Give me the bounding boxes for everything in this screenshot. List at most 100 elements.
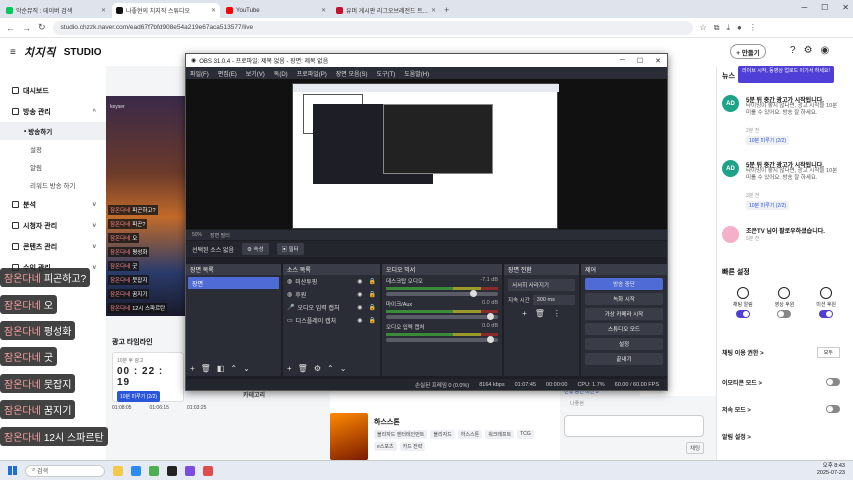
trash-icon[interactable]: 🗑 xyxy=(298,364,308,373)
file-explorer-icon[interactable] xyxy=(113,465,123,476)
settings-icon[interactable]: ⚙ xyxy=(804,45,813,56)
browser-tab[interactable]: 유머 게시판 리그오브레전드 트... ✕ xyxy=(332,3,440,18)
close-tab-icon[interactable]: ✕ xyxy=(211,7,216,14)
eye-icon[interactable]: ◉ xyxy=(357,304,362,311)
extensions-icon[interactable]: ⧉ xyxy=(714,23,720,33)
scene-item[interactable]: 장면 xyxy=(188,277,279,289)
obs-menu-item[interactable]: 프로파일(P) xyxy=(297,69,327,78)
browser-tab[interactable]: 악순뮤직 : 데이버 검색 ✕ xyxy=(2,3,110,18)
trash-icon[interactable]: 🗑 xyxy=(535,309,545,318)
eye-icon[interactable]: ◉ xyxy=(357,317,362,324)
add-icon[interactable]: + xyxy=(287,364,292,373)
chat-input[interactable] xyxy=(564,415,704,437)
obs-menu-item[interactable]: 보기(V) xyxy=(246,69,265,78)
minimize-icon[interactable]: ─ xyxy=(801,3,807,12)
start-record-button[interactable]: 녹화 시작 xyxy=(585,293,663,305)
sidebar-sub-notifications[interactable]: 알림 xyxy=(0,158,106,176)
windows-start-icon[interactable] xyxy=(8,466,17,475)
hamburger-icon[interactable]: ≡ xyxy=(10,47,16,58)
source-item[interactable]: 🎤 오디오 입력 캡처 ◉ 🔒 xyxy=(283,301,380,314)
eye-icon[interactable]: ◉ xyxy=(357,278,362,285)
profile-icon[interactable]: ● xyxy=(737,23,742,32)
toggle-switch[interactable] xyxy=(826,405,840,413)
forward-icon[interactable]: → xyxy=(22,23,31,33)
volume-slider[interactable] xyxy=(386,336,498,343)
toggle-switch[interactable] xyxy=(777,310,792,318)
settings-button[interactable]: 설정 xyxy=(585,338,663,350)
avatar-icon[interactable]: ◉ xyxy=(821,45,830,56)
up-icon[interactable]: ⌃ xyxy=(230,364,237,373)
toggle-switch[interactable] xyxy=(735,310,750,318)
source-item[interactable]: ◍ 후원 ◉ 🔒 xyxy=(283,288,380,301)
app-icon[interactable] xyxy=(203,465,213,476)
new-tab-icon[interactable]: + xyxy=(444,5,449,15)
game-tag[interactable]: TCG xyxy=(517,430,534,439)
lock-icon[interactable]: 🔒 xyxy=(369,317,376,324)
sidebar-item-viewers[interactable]: 시청자 관리 v xyxy=(0,215,106,236)
obs-taskbar-icon[interactable] xyxy=(167,465,177,476)
browser-tab[interactable]: YouTube ✕ xyxy=(222,3,330,18)
reload-icon[interactable]: ↻ xyxy=(38,22,46,33)
lock-icon[interactable]: 🔒 xyxy=(369,291,376,298)
close-tab-icon[interactable]: ✕ xyxy=(321,7,326,14)
obs-menu-item[interactable]: 도움말(H) xyxy=(404,69,429,78)
lock-icon[interactable]: 🔒 xyxy=(369,278,376,285)
game-tag[interactable]: 블리자드 xyxy=(430,430,455,439)
permission-select[interactable]: 모두 xyxy=(816,346,840,358)
close-tab-icon[interactable]: ✕ xyxy=(101,7,106,14)
slider-knob[interactable] xyxy=(486,313,494,320)
maximize-icon[interactable]: ☐ xyxy=(637,57,643,65)
news-delay-button[interactable]: 10분 미루기 (2/2) xyxy=(746,201,790,210)
sidebar-sub-settings[interactable]: 설정 xyxy=(0,140,106,158)
toggle-switch[interactable] xyxy=(826,378,840,386)
studio-mode-button[interactable]: 스튜디오 모드 xyxy=(585,323,663,335)
sidebar-item-dashboard[interactable]: 대시보드 xyxy=(0,80,106,101)
taskbar-search[interactable]: ⌕ 검색 xyxy=(25,464,105,477)
setting-slow-mode[interactable]: 저속 모드 > xyxy=(722,402,840,416)
quick-mission-donation[interactable]: 미션 후원 xyxy=(816,287,836,318)
source-item[interactable]: ▭ 디스플레이 캡처 ◉ 🔒 xyxy=(283,314,380,327)
eye-icon[interactable]: ◉ xyxy=(357,291,362,298)
obs-menu-item[interactable]: 파일(F) xyxy=(190,69,209,78)
menu-icon[interactable]: ⋮ xyxy=(749,23,757,32)
url-input[interactable]: studio.chzzk.naver.com/ead67f7bfd908e54a… xyxy=(52,20,693,35)
filters-button[interactable]: ▣ 필터 xyxy=(276,243,304,255)
app-icon[interactable] xyxy=(185,465,195,476)
obs-menu-item[interactable]: 장면 모음(S) xyxy=(336,69,368,78)
game-tag[interactable]: 워크래프트 xyxy=(485,430,515,439)
sidebar-item-content[interactable]: 콘텐츠 관리 v xyxy=(0,236,106,257)
browser-tab-active[interactable]: 나좋현의 치지직 스튜디오 ✕ xyxy=(112,3,220,18)
volume-slider[interactable] xyxy=(386,313,498,320)
news-delay-button[interactable]: 10분 미루기 (2/2) xyxy=(746,136,790,145)
taskbar-clock[interactable]: 오후 8:43 2025-07-23 xyxy=(817,463,845,477)
toggle-switch[interactable] xyxy=(819,310,834,318)
virtual-camera-button[interactable]: 가상 카메라 시작 xyxy=(585,308,663,320)
site-logo[interactable]: 치지직 xyxy=(24,44,56,60)
edge-icon[interactable] xyxy=(131,465,141,476)
help-icon[interactable]: ? xyxy=(790,45,796,56)
lock-icon[interactable]: 🔒 xyxy=(369,304,376,311)
more-icon[interactable]: ⋮ xyxy=(553,309,561,318)
down-icon[interactable]: ⌄ xyxy=(243,364,250,373)
duration-input[interactable]: 300 ms xyxy=(532,295,575,305)
trash-icon[interactable]: 🗑 xyxy=(201,364,211,373)
obs-menu-item[interactable]: 편집(E) xyxy=(218,69,237,78)
chrome-icon[interactable] xyxy=(149,465,159,476)
star-icon[interactable]: ☆ xyxy=(700,23,707,32)
sidebar-item-analytics[interactable]: 분석 v xyxy=(0,194,106,215)
game-tag[interactable]: 카드 전략 xyxy=(399,442,426,451)
game-tag[interactable]: 블리자드 엔터테인먼트 xyxy=(374,430,428,439)
add-icon[interactable]: + xyxy=(522,309,527,318)
close-window-icon[interactable]: ✕ xyxy=(842,3,849,12)
setting-emoji-mode[interactable]: 이모티콘 모드 > xyxy=(722,375,840,389)
volume-slider[interactable] xyxy=(386,290,498,297)
sidebar-sub-live[interactable]: 방송하기 xyxy=(0,122,106,140)
down-icon[interactable]: ⌄ xyxy=(340,364,347,373)
minimize-icon[interactable]: ─ xyxy=(620,57,625,65)
setting-chat-permission[interactable]: 채팅 이용 권한 > 모두 xyxy=(722,345,840,359)
obs-menu-item[interactable]: 독(D) xyxy=(274,69,288,78)
sidebar-sub-reward[interactable]: 리워드 방송 하기 xyxy=(0,176,106,194)
obs-preview[interactable] xyxy=(186,79,667,229)
slider-knob[interactable] xyxy=(470,290,477,297)
quick-video-donation[interactable]: 영상 후원 xyxy=(775,287,794,318)
